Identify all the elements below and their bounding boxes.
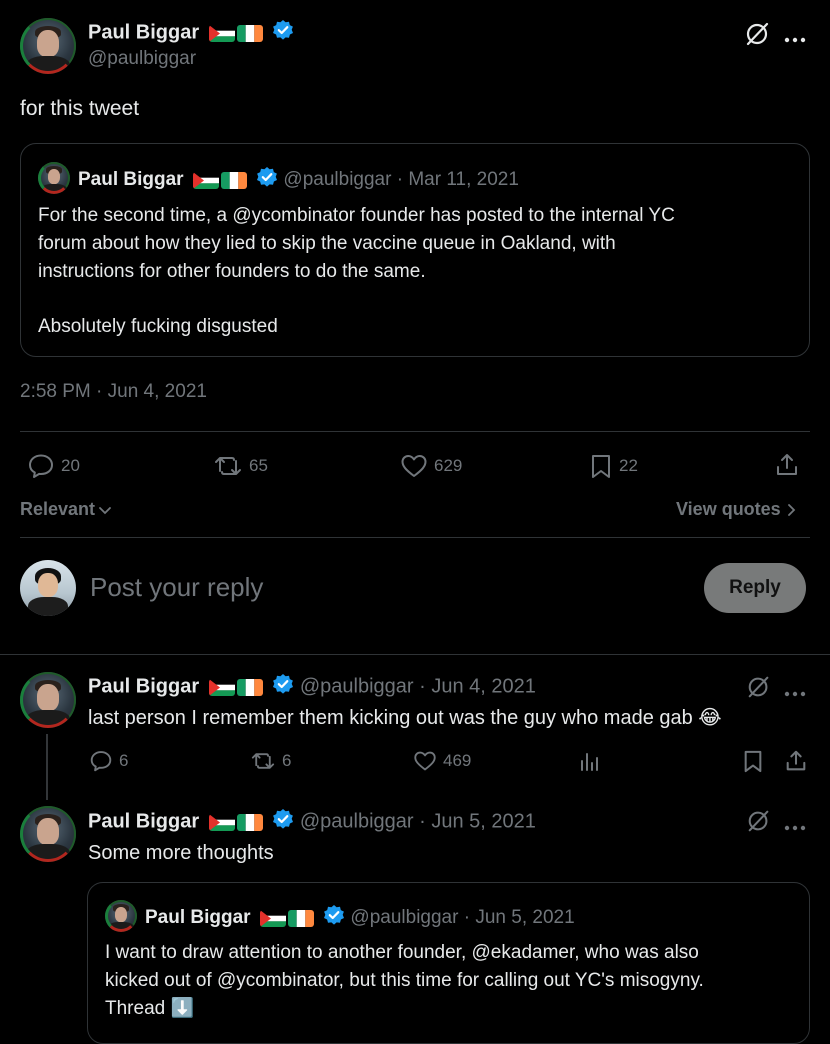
reply-count: 20: [61, 456, 80, 475]
palestine-flag-icon: [192, 171, 219, 189]
heart-icon: [401, 455, 427, 477]
more-options-icon[interactable]: [784, 30, 806, 48]
verified-badge-icon: [272, 673, 294, 701]
like-count: 629: [434, 456, 463, 475]
bookmark-icon[interactable]: [742, 749, 764, 778]
grok-icon[interactable]: [744, 20, 772, 53]
quoted-author-name: Paul Biggar: [145, 907, 251, 929]
sort-label: Relevant: [20, 499, 96, 519]
chevron-down-icon: [99, 506, 111, 514]
like-action[interactable]: 629: [400, 453, 462, 479]
author-avatar[interactable]: [20, 18, 76, 74]
reply-action[interactable]: 6: [89, 750, 128, 772]
quoted-author-name: Paul Biggar: [78, 169, 184, 191]
reply-icon: [90, 751, 112, 772]
like-count: 469: [443, 751, 472, 770]
author-name[interactable]: Paul Biggar: [88, 21, 199, 43]
verified-badge-icon: [323, 904, 345, 932]
reply-author-handle[interactable]: @paulbiggar: [300, 810, 414, 832]
quoted-text-line: For the second time, a @ycombinator foun…: [38, 205, 675, 226]
reply-author-name[interactable]: Paul Biggar: [88, 810, 199, 832]
reply-icon: [29, 454, 53, 478]
reply-count: 6: [119, 751, 129, 770]
bookmark-icon: [592, 455, 610, 478]
analytics-icon[interactable]: [578, 750, 600, 777]
bookmark-count: 22: [619, 456, 638, 475]
repost-icon: [215, 457, 241, 475]
tweet-text: for this tweet: [20, 97, 140, 120]
palestine-flag-icon: [208, 813, 235, 831]
bookmark-action[interactable]: 22: [589, 453, 638, 479]
grok-icon[interactable]: [746, 808, 772, 839]
tweet-timestamp[interactable]: 2:58 PM · Jun 4, 2021: [20, 381, 207, 403]
repost-icon: [251, 753, 275, 769]
reply-date[interactable]: · Jun 4, 2021: [419, 675, 536, 697]
share-icon[interactable]: [774, 452, 800, 483]
quoted-date: · Mar 11, 2021: [396, 169, 519, 191]
reply-text: Some more thoughts: [88, 842, 274, 864]
quoted-text-line: forum about how they lied to skip the va…: [38, 233, 616, 254]
quoted-text-line: I want to draw attention to another foun…: [105, 942, 699, 963]
verified-badge-icon: [272, 808, 294, 836]
quoted-text-line: instructions for other founders to do th…: [38, 261, 426, 282]
current-user-avatar[interactable]: [20, 560, 76, 616]
quoted-author-avatar: [105, 900, 137, 932]
reply-button[interactable]: Reply: [704, 563, 806, 613]
repost-count: 6: [282, 751, 292, 770]
quoted-tweet[interactable]: Paul Biggar @paulbiggar · Mar 11, 2021 F…: [20, 143, 810, 357]
sort-dropdown[interactable]: Relevant: [20, 499, 113, 520]
thread-connector: [46, 734, 48, 800]
more-options-icon[interactable]: [784, 684, 806, 702]
ireland-flag-icon: [220, 171, 247, 189]
view-quotes-label: View quotes: [676, 499, 781, 519]
view-quotes-link[interactable]: View quotes: [676, 499, 797, 520]
quoted-text-line: kicked out of @ycombinator, but this tim…: [105, 970, 704, 991]
heart-icon: [414, 751, 436, 771]
palestine-flag-icon: [208, 678, 235, 696]
more-options-icon[interactable]: [784, 818, 806, 836]
ireland-flag-icon: [236, 813, 263, 831]
reply-author-avatar[interactable]: [20, 806, 76, 862]
verified-badge-icon: [272, 19, 294, 47]
reply-text: last person I remember them kicking out …: [88, 707, 722, 729]
ireland-flag-icon: [287, 909, 314, 927]
palestine-flag-icon: [259, 909, 286, 927]
quoted-text-line: Thread ⬇️: [105, 998, 195, 1019]
repost-action[interactable]: 65: [213, 453, 268, 479]
ireland-flag-icon: [236, 24, 263, 42]
like-action[interactable]: 469: [413, 750, 471, 772]
quoted-author-avatar: [38, 162, 70, 194]
reply-author-avatar[interactable]: [20, 672, 76, 728]
quoted-author-handle: @paulbiggar: [350, 907, 459, 929]
verified-badge-icon: [256, 166, 278, 194]
reply-action[interactable]: 20: [27, 453, 80, 479]
quoted-tweet[interactable]: Paul Biggar @paulbiggar · Jun 5, 2021 I …: [87, 882, 810, 1044]
reply-author-name[interactable]: Paul Biggar: [88, 675, 199, 697]
reply-date[interactable]: · Jun 5, 2021: [419, 810, 536, 832]
author-handle[interactable]: @paulbiggar: [88, 48, 196, 70]
palestine-flag-icon: [208, 24, 235, 42]
repost-count: 65: [249, 456, 268, 475]
chevron-right-icon: [787, 503, 795, 516]
quoted-author-handle: @paulbiggar: [283, 169, 392, 191]
reply-input[interactable]: Post your reply: [90, 572, 263, 603]
quoted-text-line: Absolutely fucking disgusted: [38, 316, 278, 337]
share-icon[interactable]: [784, 749, 808, 778]
grok-icon[interactable]: [746, 674, 772, 705]
repost-action[interactable]: 6: [250, 750, 291, 772]
reply-author-handle[interactable]: @paulbiggar: [300, 675, 414, 697]
ireland-flag-icon: [236, 678, 263, 696]
quoted-date: · Jun 5, 2021: [463, 907, 575, 929]
